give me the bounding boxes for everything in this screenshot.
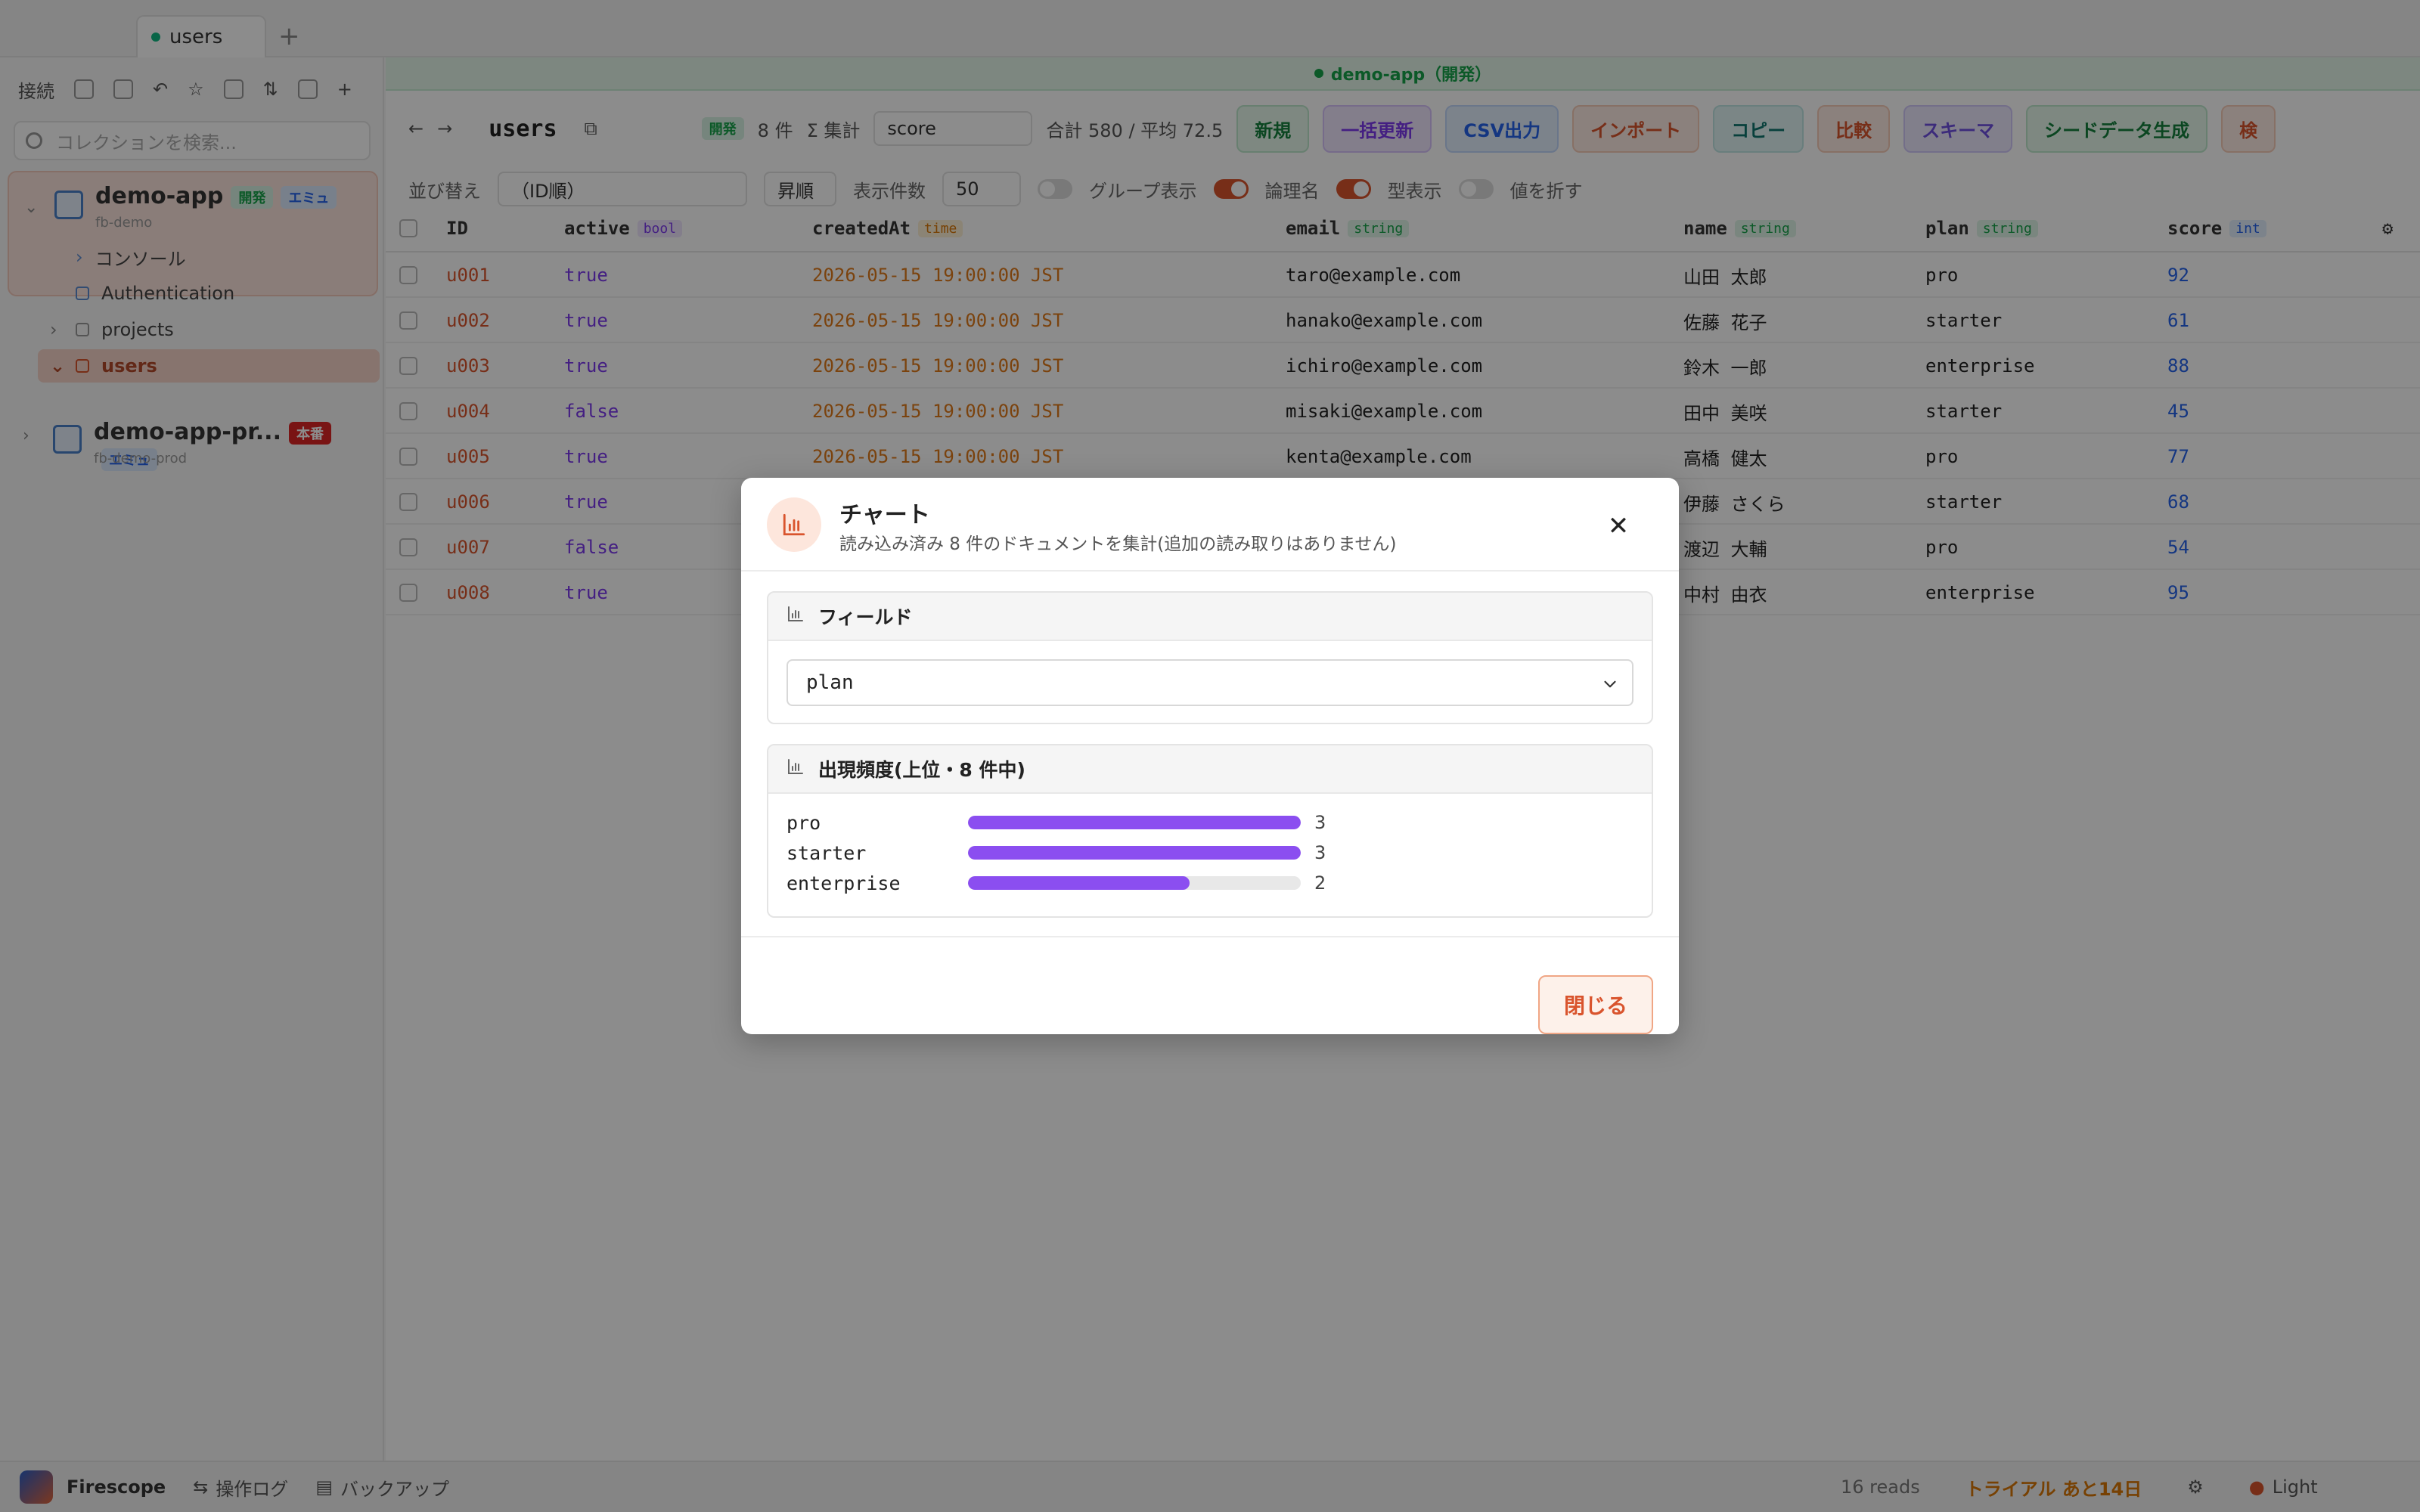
field-select[interactable]: plan bbox=[786, 659, 1634, 706]
bar bbox=[968, 876, 1190, 890]
field-section-header: フィールド bbox=[768, 593, 1652, 641]
bar bbox=[968, 816, 1301, 829]
frequency-row: starter 3 bbox=[786, 839, 1618, 866]
frequency-row: pro 3 bbox=[786, 809, 1618, 836]
bar-label: enterprise bbox=[786, 872, 901, 894]
section-title: 出現頻度(上位・8 件中) bbox=[818, 759, 1025, 781]
modal-subtitle: 読み込み済み 8 件のドキュメントを集計(追加の読み取りはありません) bbox=[839, 534, 1397, 554]
frequency-row: enterprise 2 bbox=[786, 869, 1618, 897]
bar-label: pro bbox=[786, 811, 821, 834]
frequency-section: 出現頻度(上位・8 件中) pro 3 starter 3 enterprise 2 bbox=[767, 744, 1653, 918]
section-title: フィールド bbox=[818, 606, 913, 628]
bar-value-label: 3 bbox=[1314, 812, 1326, 833]
bar-label: starter bbox=[786, 841, 867, 864]
field-section: フィールド plan bbox=[767, 591, 1653, 724]
bar-track bbox=[968, 876, 1301, 890]
bar-value-label: 2 bbox=[1314, 872, 1326, 894]
frequency-section-header: 出現頻度(上位・8 件中) bbox=[768, 745, 1652, 794]
modal-title: チャート bbox=[839, 502, 930, 528]
bar-chart-icon bbox=[767, 497, 821, 552]
bar-track bbox=[968, 846, 1301, 860]
chevron-down-icon bbox=[1600, 674, 1620, 699]
modal-header: チャート 読み込み済み 8 件のドキュメントを集計(追加の読み取りはありません)… bbox=[741, 478, 1679, 572]
close-icon[interactable]: ✕ bbox=[1600, 508, 1637, 544]
bar-chart-icon bbox=[786, 758, 805, 780]
bar bbox=[968, 846, 1301, 860]
field-select-value: plan bbox=[806, 671, 854, 694]
bar-value-label: 3 bbox=[1314, 842, 1326, 863]
bar-track bbox=[968, 816, 1301, 829]
close-button[interactable]: 閉じる bbox=[1538, 975, 1653, 1034]
chart-modal: チャート 読み込み済み 8 件のドキュメントを集計(追加の読み取りはありません)… bbox=[741, 478, 1679, 1034]
bar-chart-icon bbox=[786, 605, 805, 627]
